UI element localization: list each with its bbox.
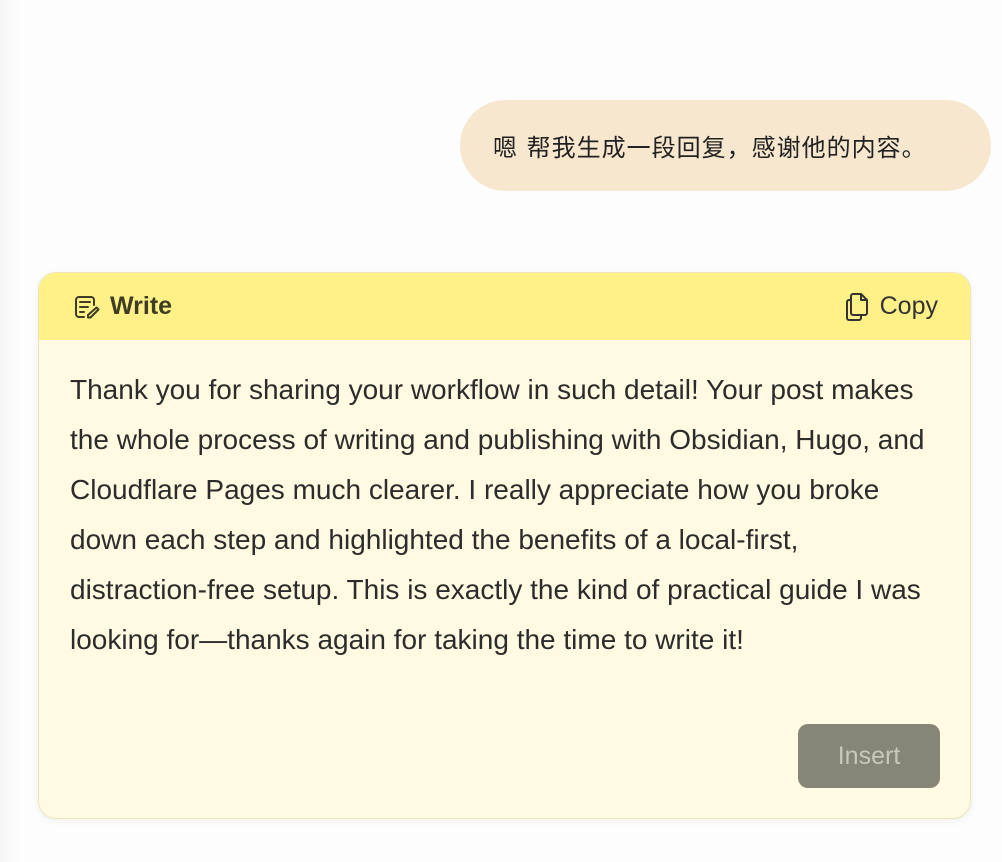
insert-button[interactable]: Insert [798, 724, 940, 788]
copy-label: Copy [879, 292, 938, 320]
copy-button[interactable]: Copy [844, 273, 938, 340]
user-message-text: 嗯 帮我生成一段回复，感谢他的内容。 [493, 134, 927, 162]
assistant-write-card: Write Copy Thank you for sharing your wo… [38, 272, 971, 819]
user-message-bubble: 嗯 帮我生成一段回复，感谢他的内容。 [460, 100, 991, 191]
copy-icon [844, 292, 870, 322]
chat-page: 嗯 帮我生成一段回复，感谢他的内容。 Write Copy Thank you … [0, 0, 1002, 862]
write-label: Write [110, 292, 173, 320]
generated-reply-text: Thank you for sharing your workflow in s… [70, 374, 925, 655]
card-header: Write Copy [39, 273, 970, 340]
write-mode-label: Write [72, 273, 172, 340]
write-icon [72, 293, 100, 321]
